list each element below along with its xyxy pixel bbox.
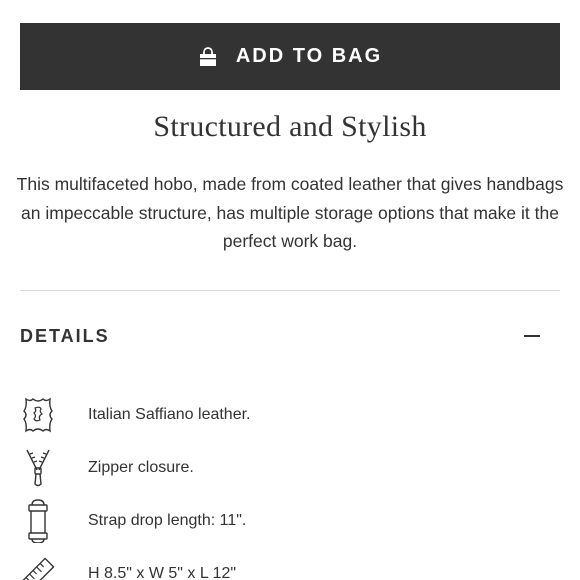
feature-item-strap: Strap drop length: 11". xyxy=(20,499,560,543)
product-details-page: ADD TO BAG Structured and Stylish This m… xyxy=(0,0,580,580)
minus-icon[interactable] xyxy=(524,335,540,337)
leather-hide-icon xyxy=(20,393,56,437)
feature-text: Italian Saffiano leather. xyxy=(88,406,251,423)
feature-item-dimensions: H 8.5" x W 5" x L 12" xyxy=(20,552,560,580)
add-to-bag-label: ADD TO BAG xyxy=(235,45,383,67)
ruler-icon xyxy=(20,552,56,580)
product-description: This multifaceted hobo, made from coated… xyxy=(16,174,564,251)
feature-text: H 8.5" x W 5" x L 12" xyxy=(88,565,237,580)
strap-icon xyxy=(20,499,56,543)
zipper-icon xyxy=(20,446,56,490)
product-headline: Structured and Stylish xyxy=(153,110,427,143)
add-to-bag-button[interactable]: ADD TO BAG xyxy=(20,23,560,90)
shopping-bag-icon xyxy=(199,46,216,66)
details-accordion-header[interactable]: DETAILS xyxy=(20,318,560,354)
section-divider xyxy=(20,290,560,291)
feature-text: Zipper closure. xyxy=(88,459,194,476)
details-title: DETAILS xyxy=(20,325,110,346)
feature-item-leather: Italian Saffiano leather. xyxy=(20,393,560,437)
feature-text: Strap drop length: 11". xyxy=(88,512,247,529)
feature-item-zipper: Zipper closure. xyxy=(20,446,560,490)
